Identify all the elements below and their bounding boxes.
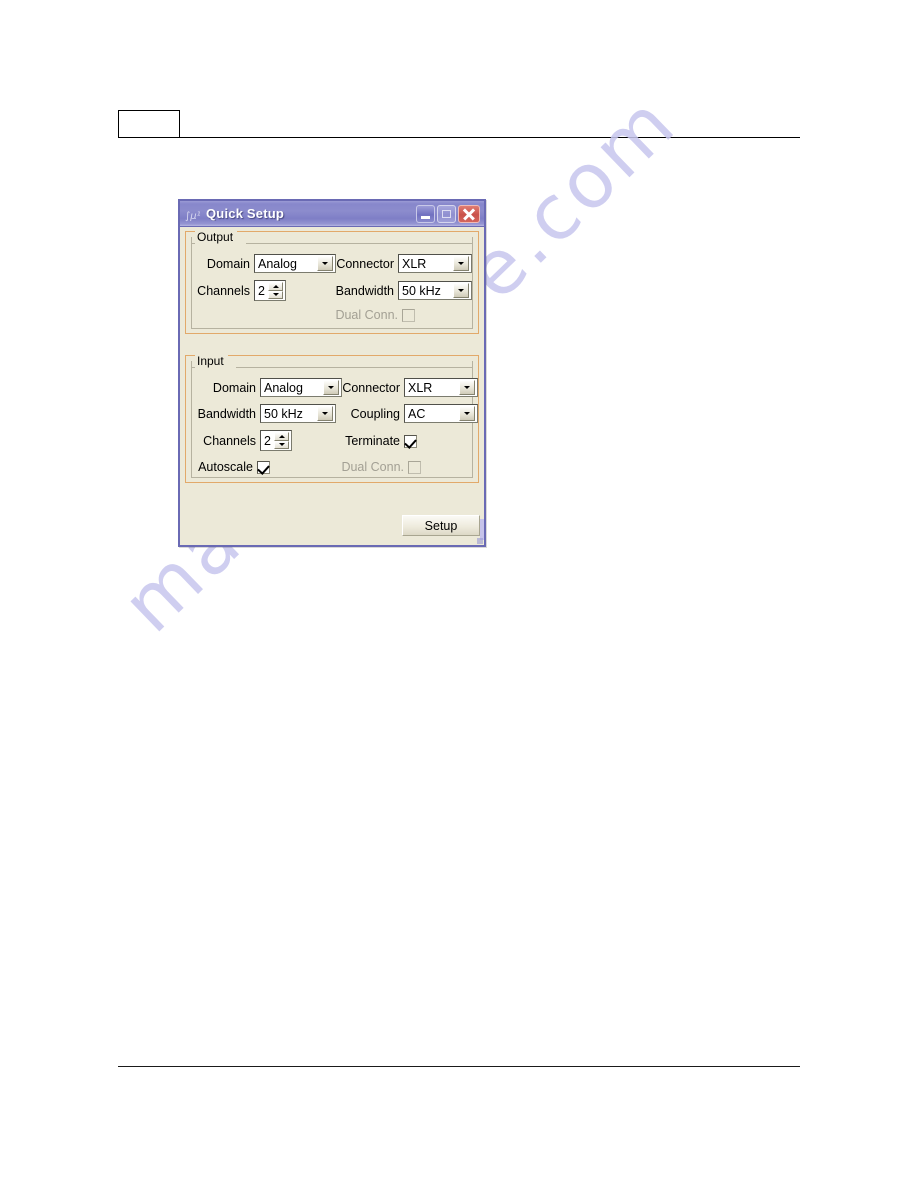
chevron-down-icon[interactable] [317, 256, 333, 271]
input-channels-label: Channels [203, 433, 256, 448]
stepper-down-icon[interactable] [274, 440, 289, 449]
output-domain-label: Domain [206, 256, 250, 271]
window-buttons [416, 204, 482, 223]
output-dual-conn-label: Dual Conn. [335, 308, 398, 322]
input-dual-conn-row: Dual Conn. [341, 460, 421, 474]
input-domain-label: Domain [212, 380, 256, 395]
app-icon: ∫µ¹ [185, 208, 201, 222]
input-frame-topline-right [236, 367, 473, 368]
dialog-resize-grip [477, 538, 483, 544]
svg-text:∫µ¹: ∫µ¹ [185, 211, 201, 222]
watermark-overlay: manualshive.com [0, 0, 918, 1188]
output-domain-value: Analog [258, 256, 297, 271]
stepper-up-icon[interactable] [274, 432, 289, 441]
output-domain-combo[interactable]: Analog [254, 254, 336, 273]
input-bandwidth-combo[interactable]: 50 kHz [260, 404, 336, 423]
input-autoscale-checkbox[interactable] [257, 460, 270, 475]
chevron-down-icon[interactable] [317, 406, 333, 421]
output-bandwidth-combo[interactable]: 50 kHz [398, 281, 472, 300]
output-domain-row: Domain Analog [198, 254, 336, 273]
page-header [118, 110, 800, 140]
input-coupling-value: AC [408, 406, 426, 421]
stepper-down-icon[interactable] [268, 290, 283, 299]
input-channels-stepper[interactable]: 2 [260, 430, 292, 451]
input-group-legend: Input [195, 355, 228, 368]
input-connector-combo[interactable]: XLR [404, 378, 478, 397]
input-bandwidth-value: 50 kHz [264, 406, 303, 421]
output-frame-topline-right [246, 243, 473, 244]
dialog-titlebar[interactable]: ∫µ¹ Quick Setup [180, 201, 484, 227]
input-channels-value: 2 [264, 433, 271, 448]
dialog-body: Output Domain Analog Connector XLR Chann… [180, 227, 484, 545]
check-icon [257, 461, 270, 475]
input-connector-label: Connector [342, 380, 400, 395]
maximize-icon [442, 209, 451, 218]
input-connector-row: Connector XLR [342, 378, 478, 397]
input-terminate-checkbox[interactable] [404, 434, 417, 449]
chevron-down-icon[interactable] [459, 380, 475, 395]
chevron-down-icon[interactable] [459, 406, 475, 421]
footer-rule [118, 1066, 800, 1067]
header-number-box [118, 110, 180, 138]
chevron-down-icon[interactable] [323, 380, 339, 395]
minimize-icon [421, 215, 430, 219]
chevron-down-icon[interactable] [453, 256, 469, 271]
chevron-down-icon[interactable] [453, 283, 469, 298]
output-connector-row: Connector XLR [336, 254, 472, 273]
output-channels-row: Channels 2 [191, 280, 286, 301]
setup-button[interactable]: Setup [402, 515, 480, 536]
output-dual-conn-checkbox [402, 308, 415, 322]
stepper-up-icon[interactable] [268, 282, 283, 291]
check-icon [404, 435, 417, 449]
output-connector-label: Connector [336, 256, 394, 271]
output-connector-combo[interactable]: XLR [398, 254, 472, 273]
maximize-button[interactable] [437, 204, 456, 223]
close-button[interactable] [458, 204, 480, 223]
input-dual-conn-checkbox [408, 460, 421, 474]
stepper-buttons[interactable] [268, 282, 283, 299]
input-domain-row: Domain Analog [204, 378, 342, 397]
input-group: Input Domain Analog Connector XLR Bandwi… [185, 355, 479, 483]
quick-setup-dialog: ∫µ¹ Quick Setup Output Domain Analog Con… [178, 199, 486, 547]
input-coupling-label: Coupling [350, 406, 400, 421]
output-bandwidth-label: Bandwidth [335, 283, 394, 298]
input-autoscale-label: Autoscale [198, 460, 253, 474]
input-bandwidth-label: Bandwidth [197, 406, 256, 421]
output-dual-conn-row: Dual Conn. [335, 308, 415, 322]
input-terminate-row: Terminate [339, 434, 417, 449]
input-domain-combo[interactable]: Analog [260, 378, 342, 397]
input-coupling-combo[interactable]: AC [404, 404, 478, 423]
stepper-buttons[interactable] [274, 432, 289, 449]
output-bandwidth-row: Bandwidth 50 kHz [330, 281, 472, 300]
input-autoscale-row: Autoscale [192, 460, 270, 475]
input-connector-value: XLR [408, 380, 433, 395]
output-channels-label: Channels [197, 283, 250, 298]
input-dual-conn-label: Dual Conn. [341, 460, 404, 474]
output-channels-value: 2 [258, 283, 265, 298]
input-terminate-label: Terminate [345, 434, 400, 448]
minimize-button[interactable] [416, 204, 435, 223]
output-group-legend: Output [195, 231, 238, 244]
setup-button-shadow [480, 519, 484, 540]
output-group: Output Domain Analog Connector XLR Chann… [185, 231, 479, 334]
input-domain-value: Analog [264, 380, 303, 395]
input-coupling-row: Coupling AC [346, 404, 478, 423]
output-connector-value: XLR [402, 256, 427, 271]
output-bandwidth-value: 50 kHz [402, 283, 441, 298]
header-rule [180, 137, 800, 138]
output-channels-stepper[interactable]: 2 [254, 280, 286, 301]
input-bandwidth-row: Bandwidth 50 kHz [192, 404, 336, 423]
input-channels-row: Channels 2 [197, 430, 292, 451]
dialog-title: Quick Setup [206, 206, 285, 221]
